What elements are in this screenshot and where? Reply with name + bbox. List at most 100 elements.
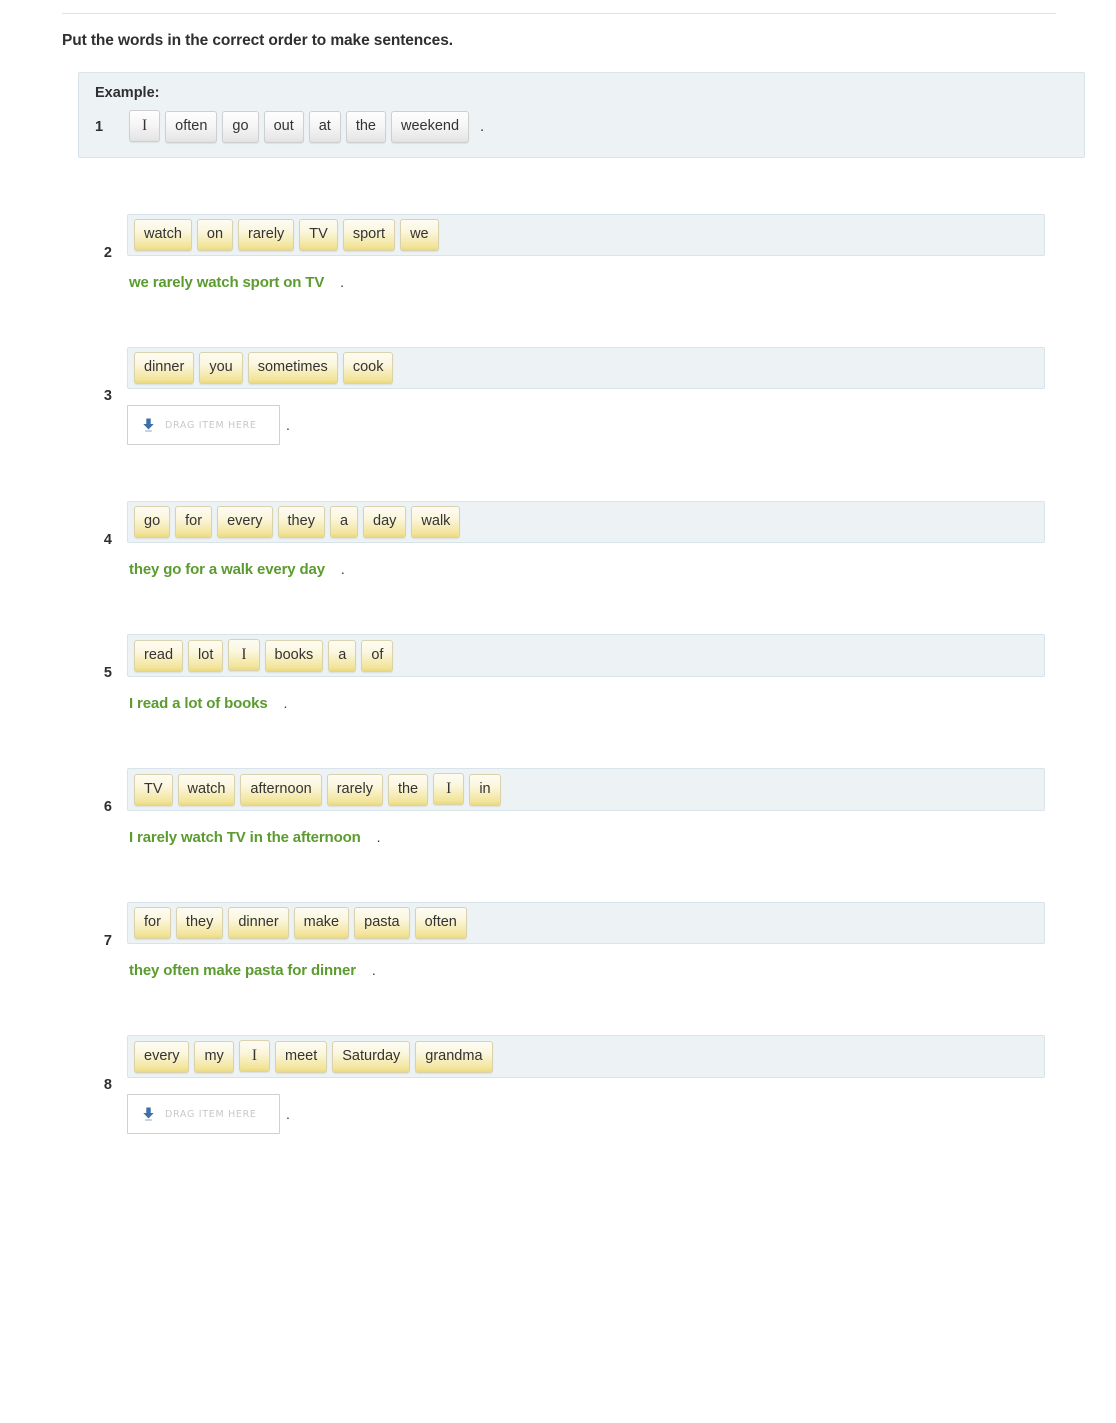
word-tile[interactable]: go <box>222 111 259 143</box>
exercise-item: 4 go for every they a day walk they go for a w… <box>0 501 1116 578</box>
word-tile[interactable]: afternoon <box>240 774 322 806</box>
word-bank[interactable]: TV watch afternoon rarely the Iin <box>127 768 1045 811</box>
word-tile[interactable]: lot <box>188 640 224 672</box>
word-tile[interactable]: rarely <box>238 219 295 251</box>
word-tile-list: dinner you sometimes cook <box>134 352 398 384</box>
word-tile[interactable]: read <box>134 640 184 672</box>
item-number: 2 <box>103 244 112 261</box>
word-tile-list: TV watch afternoon rarely the Iin <box>134 773 506 806</box>
answer-text: we rarely watch sport on TV <box>129 274 325 291</box>
exercise-item: 6 TV watch afternoon rarely the Iin I rarely … <box>0 768 1116 846</box>
word-bank[interactable]: dinner you sometimes cook <box>127 347 1045 389</box>
word-tile[interactable]: in <box>469 774 501 806</box>
answer-text: they often make pasta for dinner <box>129 962 356 979</box>
word-tile[interactable]: I <box>228 639 260 671</box>
word-tile[interactable]: weekend <box>391 111 470 143</box>
drop-row: DRAG ITEM HERE . <box>127 1094 1116 1134</box>
answer-row: I read a lot of books . <box>129 695 1116 712</box>
drop-zone-label: DRAG ITEM HERE <box>165 1108 257 1120</box>
word-tile[interactable]: every <box>217 506 273 538</box>
download-arrow-icon <box>143 418 154 432</box>
word-tile[interactable]: out <box>263 111 304 143</box>
word-tile[interactable]: the <box>345 111 386 143</box>
bottom-spacer <box>0 1134 1116 1194</box>
word-tile[interactable]: TV <box>134 774 173 806</box>
example-panel: Example: 1 Ioften go out at the weekend . <box>78 72 1085 158</box>
answer-text: they go for a walk every day <box>129 561 325 578</box>
item-number: 7 <box>103 932 112 949</box>
word-tile-list: go for every they a day walk <box>134 506 465 538</box>
download-arrow-icon <box>143 1107 154 1121</box>
word-tile[interactable]: a <box>329 506 359 538</box>
word-bank[interactable]: for they dinner make pasta often <box>127 902 1045 944</box>
answer-trailing-dot: . <box>340 561 345 577</box>
word-tile[interactable]: books <box>264 640 324 672</box>
word-tile-list: read lot Ibooks a of <box>134 639 398 672</box>
drop-zone-label: DRAG ITEM HERE <box>165 419 257 431</box>
word-tile[interactable]: my <box>194 1041 234 1073</box>
answer-row: they go for a walk every day . <box>129 561 1116 578</box>
top-divider <box>62 13 1056 14</box>
drop-zone[interactable]: DRAG ITEM HERE <box>127 1094 280 1134</box>
word-tile[interactable]: every <box>134 1041 190 1073</box>
word-tile[interactable]: TV <box>299 219 338 251</box>
exercise-item: 5 read lot Ibooks a of I read a lot of books… <box>0 634 1116 712</box>
item-number: 8 <box>103 1076 112 1093</box>
word-tile[interactable]: make <box>293 907 350 939</box>
word-bank[interactable]: read lot Ibooks a of <box>127 634 1045 677</box>
word-tile[interactable]: dinner <box>134 352 195 384</box>
word-tile[interactable]: on <box>196 219 234 251</box>
answer-trailing-dot: . <box>371 962 376 978</box>
word-tile[interactable]: Saturday <box>332 1041 411 1073</box>
drop-trailing-dot: . <box>286 417 290 433</box>
word-tile[interactable]: the <box>387 774 429 806</box>
word-tile[interactable]: I <box>433 773 465 805</box>
word-bank[interactable]: every my Imeet Saturday grandma <box>127 1035 1045 1078</box>
answer-text: I rarely watch TV in the afternoon <box>129 829 361 846</box>
word-bank[interactable]: watch on rarely TV sport we <box>127 214 1045 256</box>
word-tile[interactable]: meet <box>274 1041 328 1073</box>
exercise-page: Put the words in the correct order to ma… <box>0 13 1116 1194</box>
word-tile[interactable]: I <box>238 1040 270 1072</box>
exercise-item: 3 dinner you sometimes cook DRAG ITEM HERE … <box>0 347 1116 445</box>
item-number: 5 <box>103 665 112 681</box>
example-row: 1 Ioften go out at the weekend . <box>79 110 1084 143</box>
exercise-item-list: 2 watch on rarely TV sport we we rarely watch… <box>0 214 1116 1134</box>
word-tile[interactable]: a <box>328 640 357 672</box>
word-tile[interactable]: we <box>400 219 439 251</box>
answer-trailing-dot: . <box>376 829 381 845</box>
word-tile[interactable]: at <box>308 111 341 143</box>
word-tile[interactable]: you <box>199 352 243 384</box>
word-tile[interactable]: for <box>175 506 213 538</box>
word-tile[interactable]: of <box>361 640 394 672</box>
item-number: 6 <box>103 799 112 815</box>
answer-row: I rarely watch TV in the afternoon . <box>129 829 1116 846</box>
item-number: 3 <box>103 388 112 404</box>
word-tile[interactable]: I <box>129 110 161 142</box>
word-tile[interactable]: grandma <box>415 1041 493 1073</box>
example-item-number: 1 <box>95 118 104 135</box>
word-tile[interactable]: they <box>175 907 224 939</box>
answer-text: I read a lot of books <box>129 695 268 712</box>
word-tile[interactable]: watch <box>177 774 236 806</box>
word-tile[interactable]: sometimes <box>247 352 338 384</box>
exercise-item: 2 watch on rarely TV sport we we rarely watch… <box>0 214 1116 291</box>
word-tile[interactable]: rarely <box>326 774 383 806</box>
word-tile[interactable]: they <box>277 506 325 538</box>
word-tile[interactable]: for <box>134 907 171 939</box>
page-title: Put the words in the correct order to ma… <box>62 32 453 49</box>
word-tile[interactable]: sport <box>342 219 396 251</box>
word-tile[interactable]: often <box>414 907 467 939</box>
word-tile[interactable]: go <box>134 506 171 538</box>
drop-zone[interactable]: DRAG ITEM HERE <box>127 405 280 445</box>
word-tile[interactable]: pasta <box>354 907 410 939</box>
word-tile[interactable]: dinner <box>228 907 289 939</box>
word-tile[interactable]: often <box>165 111 218 143</box>
word-tile[interactable]: cook <box>342 352 394 384</box>
word-tile[interactable]: day <box>363 506 407 538</box>
word-tile-list: watch on rarely TV sport we <box>134 219 444 251</box>
word-tile[interactable]: watch <box>134 219 192 251</box>
word-bank[interactable]: go for every they a day walk <box>127 501 1045 543</box>
word-tile[interactable]: walk <box>411 506 461 538</box>
exercise-item: 7 for they dinner make pasta often they often… <box>0 902 1116 979</box>
